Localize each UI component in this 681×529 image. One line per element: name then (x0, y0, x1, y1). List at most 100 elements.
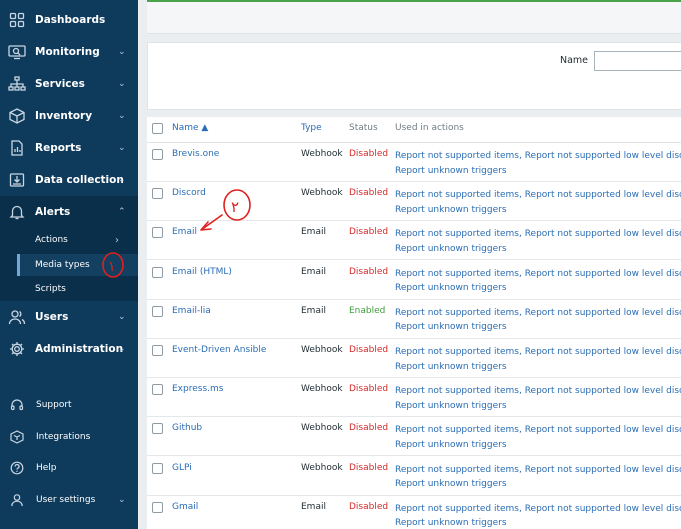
status-toggle[interactable]: Disabled (349, 188, 388, 198)
sidebar-item-inventory[interactable]: Inventory ⌄ (0, 100, 138, 132)
media-type-name-link[interactable]: Email-lia (172, 306, 211, 316)
submenu-item-label: Actions (35, 235, 68, 245)
media-type-name-link[interactable]: GLPi (172, 463, 192, 473)
used-in-actions-link[interactable]: Report unknown triggers (395, 283, 507, 293)
media-type-name-link[interactable]: Email (HTML) (172, 267, 232, 277)
used-in-actions-link[interactable]: Report not supported items, Report not s… (395, 190, 681, 200)
status-toggle[interactable]: Disabled (349, 384, 388, 394)
media-type-name-link[interactable]: Discord (172, 188, 206, 198)
used-in-actions-link[interactable]: Report unknown triggers (395, 401, 507, 411)
sidebar-item-alerts[interactable]: Alerts ⌃ (0, 196, 138, 228)
sidebar-item-administration[interactable]: Administration ⌄ (0, 333, 138, 365)
filter-panel: Name (147, 42, 681, 110)
status-toggle[interactable]: Disabled (349, 502, 388, 512)
media-type-type: Email (301, 227, 326, 238)
submenu-item-actions[interactable]: Actions › (17, 229, 138, 251)
sidebar-item-label: User settings (36, 495, 96, 505)
chevron-down-icon: ⌄ (118, 495, 126, 505)
used-in-actions-link[interactable]: Report unknown triggers (395, 518, 507, 528)
media-type-name-link[interactable]: Gmail (172, 502, 198, 512)
submenu-item-label: Scripts (35, 284, 66, 294)
column-header-name[interactable]: Name ▲ (172, 123, 208, 133)
bell-icon (8, 203, 26, 221)
row-checkbox[interactable] (152, 384, 163, 396)
table-row: Email (HTML) Email Disabled Report not supp… (147, 261, 681, 300)
used-in-actions-link[interactable]: Report not supported items, Report not s… (395, 347, 681, 357)
status-toggle[interactable]: Disabled (349, 463, 388, 473)
sidebar-item-data-collection[interactable]: Data collection ⌄ (0, 164, 138, 196)
sidebar-item-label: Administration (35, 343, 124, 355)
row-checkbox[interactable] (152, 149, 163, 160)
chevron-down-icon: ⌄ (118, 175, 126, 185)
sidebar-item-user-settings[interactable]: User settings ⌄ (0, 486, 138, 514)
column-header-type[interactable]: Type (301, 123, 322, 133)
sidebar-item-dashboards[interactable]: Dashboards (0, 4, 138, 36)
used-in-actions-link[interactable]: Report not supported items, Report not s… (395, 229, 681, 239)
select-all-checkbox[interactable] (152, 123, 163, 134)
media-type-name-link[interactable]: Brevis.one (172, 149, 219, 159)
media-type-name-link[interactable]: Email (172, 227, 197, 237)
chevron-down-icon: ⌄ (118, 111, 126, 121)
row-checkbox[interactable] (152, 227, 163, 239)
column-header-used-in-actions: Used in actions (395, 123, 464, 133)
used-in-actions-link[interactable]: Report not supported items, Report not s… (395, 269, 681, 279)
chevron-up-icon: ⌃ (118, 207, 126, 217)
sidebar-item-integrations[interactable]: Integrations (0, 423, 138, 451)
status-toggle[interactable]: Disabled (349, 149, 388, 159)
page-header-strip (147, 0, 681, 34)
used-in-actions-link[interactable]: Report unknown triggers (395, 322, 507, 332)
status-toggle[interactable]: Enabled (349, 306, 385, 316)
chevron-down-icon: ⌄ (118, 143, 126, 153)
used-in-actions-link[interactable]: Report not supported items, Report not s… (395, 465, 681, 475)
used-in-actions-link[interactable]: Report unknown triggers (395, 479, 507, 489)
used-in-actions-link[interactable]: Report unknown triggers (395, 166, 507, 176)
media-type-type: Email (301, 305, 326, 316)
sidebar-item-monitoring[interactable]: Monitoring ⌄ (0, 36, 138, 68)
status-toggle[interactable]: Disabled (349, 227, 388, 237)
used-in-actions-link[interactable]: Report not supported items, Report not s… (395, 504, 681, 514)
used-in-actions-link[interactable]: Report unknown triggers (395, 244, 507, 254)
status-toggle[interactable]: Disabled (349, 267, 388, 277)
row-checkbox[interactable] (152, 266, 163, 278)
used-in-actions-link[interactable]: Report unknown triggers (395, 362, 507, 372)
row-checkbox[interactable] (152, 462, 163, 474)
used-in-actions-link[interactable]: Report not supported items, Report not s… (395, 386, 681, 396)
row-checkbox[interactable] (152, 501, 163, 513)
row-checkbox[interactable] (152, 423, 163, 435)
sidebar-item-help[interactable]: Help (0, 454, 138, 482)
users-icon (8, 308, 26, 326)
row-checkbox[interactable] (152, 345, 163, 356)
inventory-icon (8, 107, 26, 125)
used-in-actions-link[interactable]: Report not supported items, Report not s… (395, 308, 681, 318)
used-in-actions-link[interactable]: Report not supported items, Report not s… (395, 151, 681, 161)
table-row: Express.ms Webhook Disabled Report not supp… (147, 378, 681, 418)
name-filter-input[interactable] (594, 51, 681, 71)
table-row: Gmail Email Disabled Report not supported i… (147, 496, 681, 529)
status-toggle[interactable]: Disabled (349, 423, 388, 433)
sidebar-item-reports[interactable]: Reports ⌄ (0, 132, 138, 164)
dashboards-icon (8, 11, 26, 29)
table-row: Event-Driven Ansible Webhook Disabled Repor… (147, 339, 681, 378)
submenu-item-scripts[interactable]: Scripts (17, 278, 138, 300)
media-type-name-link[interactable]: Express.ms (172, 384, 223, 394)
status-toggle[interactable]: Disabled (349, 345, 388, 355)
table-row: Email-lia Email Enabled Report not supporte… (147, 300, 681, 339)
row-checkbox[interactable] (152, 305, 163, 317)
used-in-actions-link[interactable]: Report unknown triggers (395, 440, 507, 450)
used-in-actions: Report not supported items, Report not s… (395, 502, 681, 529)
submenu-item-media-types[interactable]: Media types (17, 254, 138, 276)
used-in-actions: Report not supported items, Report not s… (395, 423, 681, 452)
media-type-name-link[interactable]: Event-Driven Ansible (172, 345, 266, 355)
used-in-actions-link[interactable]: Report unknown triggers (395, 205, 507, 215)
media-type-name-link[interactable]: Github (172, 423, 202, 433)
user-icon (9, 492, 25, 508)
sidebar-item-users[interactable]: Users ⌄ (0, 301, 138, 333)
sidebar-item-services[interactable]: Services ⌄ (0, 68, 138, 100)
chevron-down-icon: ⌄ (118, 79, 126, 89)
sidebar-item-label: Support (36, 400, 72, 410)
used-in-actions: Report not supported items, Report not s… (395, 188, 681, 217)
used-in-actions-link[interactable]: Report not supported items, Report not s… (395, 425, 681, 435)
media-type-type: Webhook (301, 149, 343, 159)
sidebar-item-support[interactable]: Support (0, 391, 138, 419)
row-checkbox[interactable] (152, 188, 163, 200)
